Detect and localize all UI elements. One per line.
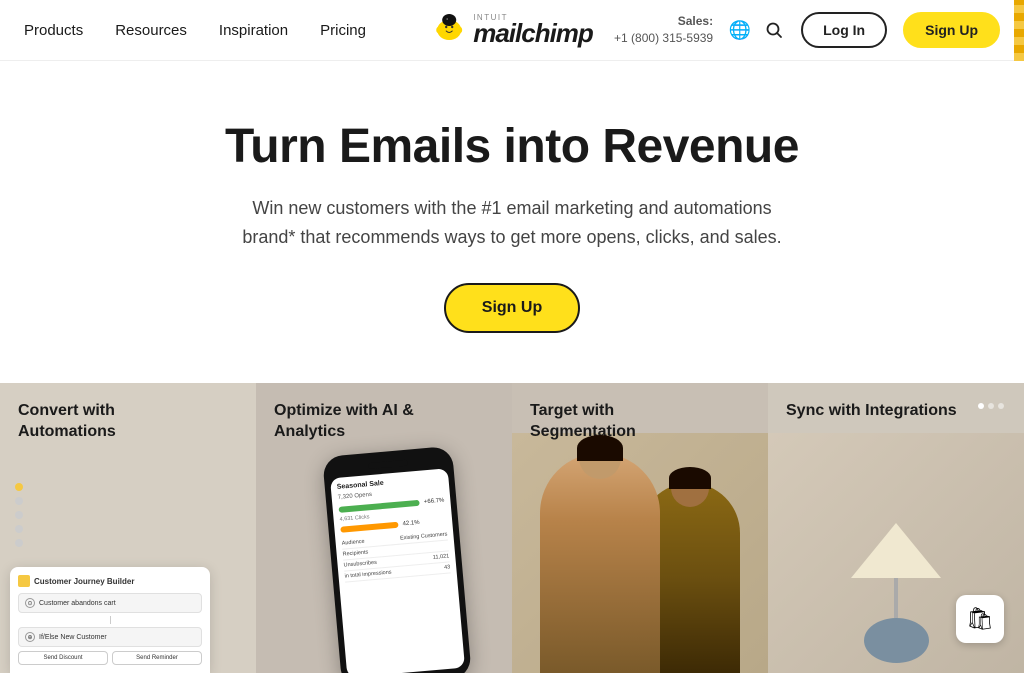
feature-card-ai: Optimize with AI & Analytics Seasonal Sa… — [256, 383, 512, 673]
cjb-connector — [110, 616, 111, 624]
feature-label-segmentation: Target with Segmentation — [530, 401, 710, 443]
phone-row-label: in total impressions — [344, 570, 391, 580]
cjb-node-icon-2: ⊕ — [25, 632, 35, 642]
globe-icon[interactable]: 🌐 — [729, 19, 751, 41]
carousel-dot-3 — [998, 403, 1004, 409]
sidebar-dot — [15, 511, 23, 519]
phone-row-val — [448, 543, 449, 549]
navbar: Products Resources Inspiration Pricing I… — [0, 0, 1024, 61]
carousel-dots — [978, 403, 1004, 409]
cjb-action-1: Send Discount — [18, 651, 108, 665]
sidebar-dot — [15, 525, 23, 533]
cjb-actions: Send Discount Send Reminder — [18, 651, 202, 665]
cjb-brand-icon — [18, 575, 30, 587]
carousel-dot-1 — [978, 403, 984, 409]
feature-label-automations: Convert with Automations — [18, 401, 198, 443]
signup-button-hero[interactable]: Sign Up — [444, 283, 580, 333]
login-button[interactable]: Log In — [801, 12, 887, 48]
feature-card-segmentation: Target with Segmentation — [512, 383, 768, 673]
shopify-icon: 🛍 — [966, 606, 994, 632]
mailchimp-wordmark: mailchimp — [473, 20, 593, 46]
phone-row-label: Unsubscribes — [343, 560, 377, 569]
carousel-dot-2 — [988, 403, 994, 409]
features-section: Convert with Automations Customer Journe… — [0, 383, 1024, 673]
phone-row-label: Audience — [341, 539, 364, 547]
scrollbar[interactable] — [1014, 0, 1024, 61]
hero-subtitle: Win new customers with the #1 email mark… — [232, 194, 792, 252]
feature-label-ai: Optimize with AI & Analytics — [274, 401, 454, 443]
person-figure-1 — [540, 453, 660, 673]
sidebar-dot — [15, 497, 23, 505]
phone-row-val: 11,021 — [433, 554, 450, 561]
sales-info: Sales: +1 (800) 315-5939 — [614, 13, 713, 47]
shopify-badge: 🛍 — [956, 595, 1004, 643]
nav-item-pricing[interactable]: Pricing — [320, 22, 366, 39]
nav-left: Products Resources Inspiration Pricing — [24, 22, 366, 39]
signup-button-nav[interactable]: Sign Up — [903, 12, 1000, 48]
phone-opens: 7,320 Opens — [337, 492, 372, 501]
phone-bar-audience — [340, 522, 399, 533]
cjb-action-2: Send Reminder — [112, 651, 202, 665]
cjb-node-label-1: Customer abandons cart — [39, 600, 116, 607]
sidebar-dot — [15, 539, 23, 547]
phone-row-label: Recipients — [342, 550, 368, 558]
lamp-base — [864, 618, 929, 663]
cjb-node-icon-1: ⊙ — [25, 598, 35, 608]
lamp-shade — [851, 523, 941, 578]
nav-item-products[interactable]: Products — [24, 22, 83, 39]
cjb-title: Customer Journey Builder — [34, 577, 134, 586]
hero-title: Turn Emails into Revenue — [20, 121, 1004, 174]
lamp-pole — [894, 578, 898, 618]
nav-item-resources[interactable]: Resources — [115, 22, 187, 39]
phone-notch — [368, 460, 408, 469]
phone-bars: +66.7% 4,631 Clicks 42.1% — [338, 496, 446, 535]
search-icon[interactable] — [763, 19, 785, 41]
phone-clicks-pct: +66.7% — [424, 498, 445, 506]
lamp-illustration — [851, 523, 941, 663]
logo-icon — [431, 10, 467, 51]
nav-right: Sales: +1 (800) 315-5939 🌐 Log In Sign U… — [614, 12, 1000, 48]
cjb-node-label-2: If/Else New Customer — [39, 634, 107, 641]
segmentation-image — [512, 433, 768, 673]
hero-section: Turn Emails into Revenue Win new custome… — [0, 61, 1024, 383]
cjb-header: Customer Journey Builder — [18, 575, 202, 587]
person-hair-1 — [577, 435, 623, 461]
journey-builder-mockup: Customer Journey Builder ⊙ Customer aban… — [10, 567, 210, 673]
feature-card-automations: Convert with Automations Customer Journe… — [0, 383, 256, 673]
cjb-node-1: ⊙ Customer abandons cart — [18, 593, 202, 613]
phone-row-val: 43 — [444, 565, 451, 572]
nav-item-inspiration[interactable]: Inspiration — [219, 22, 288, 39]
sales-phone: +1 (800) 315-5939 — [614, 30, 713, 47]
nav-icons: 🌐 — [729, 19, 785, 41]
phone-audience-pct: 42.1% — [402, 520, 419, 527]
phone-screen: Seasonal Sale 7,320 Opens +66.7% 4,631 C… — [330, 469, 465, 673]
feature-card-integrations: Sync with Integrations 🛍 — [768, 383, 1024, 673]
logo[interactable]: INTUIT mailchimp — [431, 10, 593, 51]
phone-mockup: Seasonal Sale 7,320 Opens +66.7% 4,631 C… — [322, 446, 472, 673]
cjb-node-2: ⊕ If/Else New Customer — [18, 627, 202, 647]
person-hair-2 — [669, 467, 711, 489]
sidebar-dot — [15, 483, 23, 491]
feature-label-integrations: Sync with Integrations — [786, 401, 957, 422]
sales-label: Sales: — [614, 13, 713, 30]
